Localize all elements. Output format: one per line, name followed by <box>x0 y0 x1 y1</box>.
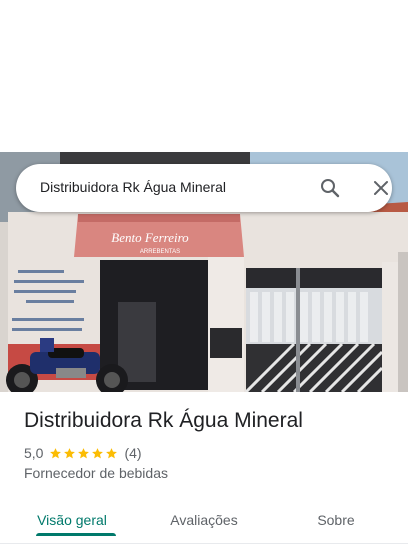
rating-value: 5,0 <box>24 445 44 461</box>
rating-stars <box>49 447 119 460</box>
rating-row[interactable]: 5,0 (4) <box>24 444 142 462</box>
star-icon <box>106 447 118 458</box>
tab-about[interactable]: Sobre <box>264 496 408 544</box>
star-icon <box>78 447 90 458</box>
review-count[interactable]: (4) <box>124 445 141 461</box>
star-icon <box>50 447 62 458</box>
photo-sign-text: Bento Ferreiro <box>111 230 189 245</box>
search-icon[interactable] <box>318 176 342 200</box>
search-bar[interactable]: Distribuidora Rk Água Mineral <box>16 164 392 212</box>
tab-reviews[interactable]: Avaliações <box>132 496 276 544</box>
active-tab-indicator <box>36 533 116 536</box>
map-blank-area <box>0 0 408 152</box>
tab-bar: Visão geral Avaliações Sobre <box>0 496 408 544</box>
place-title: Distribuidora Rk Água Mineral <box>24 409 303 432</box>
place-category: Fornecedor de bebidas <box>24 465 168 481</box>
close-icon[interactable] <box>369 176 393 200</box>
star-icon <box>92 447 104 458</box>
search-input[interactable]: Distribuidora Rk Água Mineral <box>40 179 226 195</box>
tab-overview[interactable]: Visão geral <box>0 496 144 544</box>
photo-sign-subtext: ARREBENTAS <box>140 249 180 255</box>
star-icon <box>64 447 76 458</box>
